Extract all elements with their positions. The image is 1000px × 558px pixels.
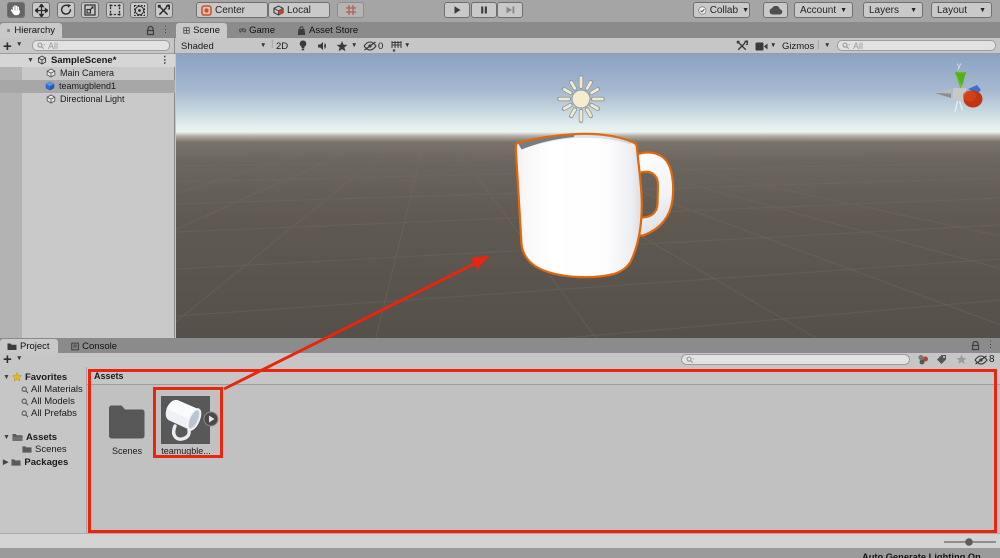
- svg-text:y: y: [957, 61, 961, 70]
